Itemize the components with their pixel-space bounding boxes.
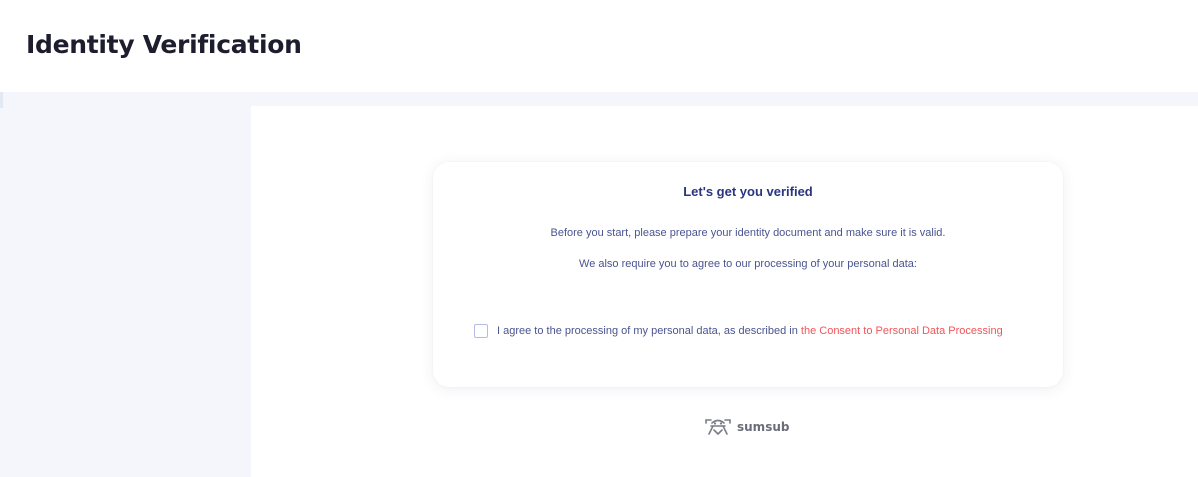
verification-card: Let's get you verified Before you start,…: [433, 162, 1063, 387]
left-edge-accent: [0, 92, 3, 108]
intro-text: Before you start, please prepare your id…: [550, 227, 946, 239]
consent-checkbox[interactable]: [474, 324, 488, 338]
left-sidebar-panel: [0, 92, 251, 477]
consent-link[interactable]: the Consent to Personal Data Processing: [801, 325, 1003, 337]
requirement-text: We also require you to agree to our proc…: [579, 258, 917, 270]
page-title: Identity Verification: [26, 30, 302, 59]
brand-name: sumsub: [737, 420, 790, 434]
sumsub-branding: sumsub: [703, 417, 789, 437]
sumsub-logo-icon: [705, 419, 731, 435]
consent-text: I agree to the processing of my personal…: [497, 325, 801, 337]
card-title: Let's get you verified: [683, 184, 813, 199]
consent-label: I agree to the processing of my personal…: [497, 324, 1017, 339]
page-header: Identity Verification: [0, 0, 1198, 92]
